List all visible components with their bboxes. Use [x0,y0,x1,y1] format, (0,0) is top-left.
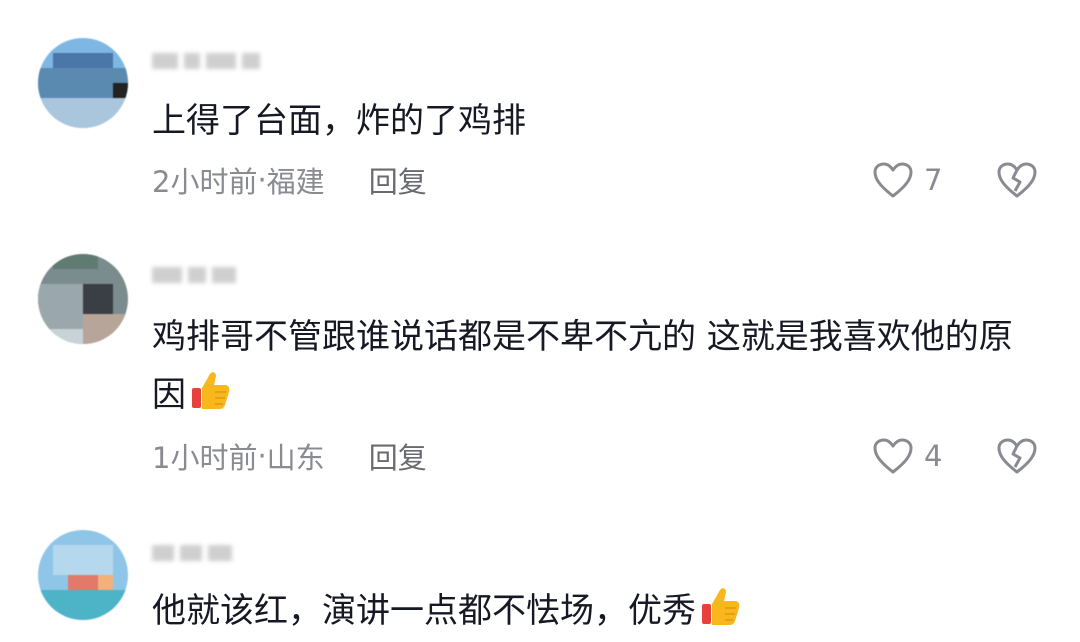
thumbs-up-emoji [702,588,740,625]
avatar[interactable] [38,530,128,620]
comment-item: 他就该红，演讲一点都不怯场，优秀 [0,0,1080,642]
comment-text: 他就该红，演讲一点都不怯场，优秀 [152,582,1032,640]
username-redacted[interactable] [152,538,292,568]
